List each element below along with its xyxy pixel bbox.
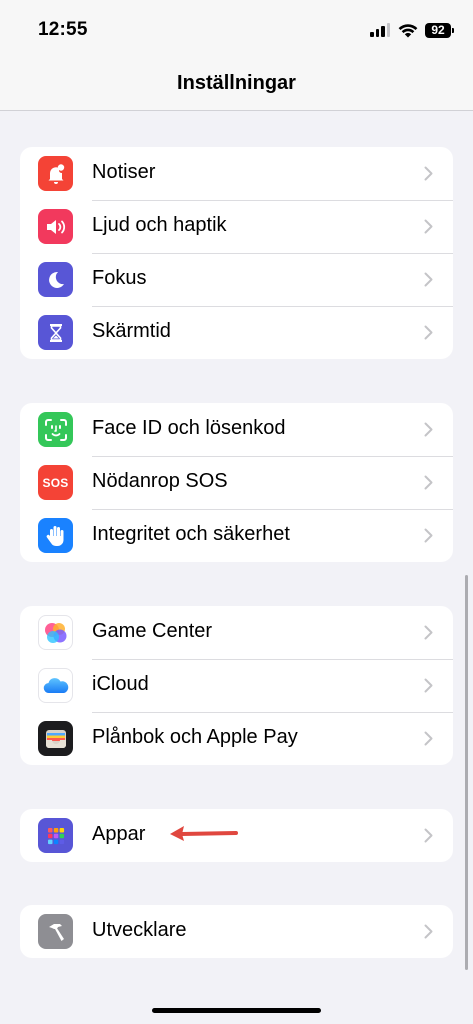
chevron-right-icon — [424, 828, 433, 843]
settings-row-utvecklare[interactable]: Utvecklare — [20, 905, 453, 958]
settings-row-icloud[interactable]: iCloud — [20, 659, 453, 712]
settings-group-2: Face ID och lösenkod SOS Nödanrop SOS In… — [20, 403, 453, 562]
settings-row-label: Game Center — [92, 620, 213, 642]
settings-group-3: Game Center iCloud Plånbok och Apple Pay — [20, 606, 453, 765]
settings-row-label: iCloud — [92, 673, 149, 695]
battery-indicator: 92 — [425, 22, 454, 38]
settings-row-label: Ljud och haptik — [92, 214, 227, 236]
settings-row-face-id[interactable]: Face ID och lösenkod — [20, 403, 453, 456]
chevron-right-icon — [424, 422, 433, 437]
settings-row-label: Nödanrop SOS — [92, 470, 228, 492]
settings-row-label: Face ID och lösenkod — [92, 417, 286, 439]
chevron-right-icon — [424, 625, 433, 640]
chevron-right-icon — [424, 166, 433, 181]
sos-icon-text: SOS — [42, 475, 69, 490]
settings-row-label: Utvecklare — [92, 919, 187, 941]
speaker-icon — [38, 209, 73, 244]
hammer-icon — [38, 914, 73, 949]
settings-row-integritet[interactable]: Integritet och säkerhet — [20, 509, 453, 562]
settings-row-label: Skärmtid — [92, 320, 171, 342]
hand-icon — [38, 518, 73, 553]
settings-group-5: Utvecklare — [20, 905, 453, 958]
chevron-right-icon — [424, 475, 433, 490]
settings-row-ljud-och-haptik[interactable]: Ljud och haptik — [20, 200, 453, 253]
settings-row-fokus[interactable]: Fokus — [20, 253, 453, 306]
sos-icon: SOS — [38, 465, 73, 500]
settings-row-notiser[interactable]: Notiser — [20, 147, 453, 200]
settings-row-label: Appar — [92, 823, 146, 845]
face-id-icon — [38, 412, 73, 447]
chevron-right-icon — [424, 325, 433, 340]
annotation-arrow-icon — [170, 826, 238, 841]
home-indicator[interactable] — [152, 1008, 321, 1013]
navigation-bar: Inställningar — [0, 60, 473, 111]
status-icons: 92 — [370, 20, 454, 40]
settings-row-game-center[interactable]: Game Center — [20, 606, 453, 659]
cellular-signal-icon — [370, 23, 390, 37]
chevron-right-icon — [424, 731, 433, 746]
settings-row-label: Integritet och säkerhet — [92, 523, 290, 545]
chevron-right-icon — [424, 272, 433, 287]
status-bar: 12:55 92 — [0, 0, 473, 60]
vertical-scrollbar[interactable] — [465, 575, 468, 970]
wifi-icon — [398, 23, 418, 37]
chevron-right-icon — [424, 924, 433, 939]
settings-row-label: Fokus — [92, 267, 147, 289]
page-title: Inställningar — [177, 72, 296, 94]
settings-row-planbok[interactable]: Plånbok och Apple Pay — [20, 712, 453, 765]
settings-row-label: Plånbok och Apple Pay — [92, 726, 298, 748]
bell-badge-icon — [38, 156, 73, 191]
cloud-icon — [38, 668, 73, 703]
settings-row-label: Notiser — [92, 161, 156, 183]
apps-grid-icon — [38, 818, 73, 853]
chevron-right-icon — [424, 219, 433, 234]
hourglass-icon — [38, 315, 73, 350]
moon-icon — [38, 262, 73, 297]
chevron-right-icon — [424, 528, 433, 543]
settings-group-1: Notiser Ljud och haptik Fokus Skärmtid — [20, 147, 453, 359]
chevron-right-icon — [424, 678, 433, 693]
settings-row-nodanrop-sos[interactable]: SOS Nödanrop SOS — [20, 456, 453, 509]
settings-row-skarmtid[interactable]: Skärmtid — [20, 306, 453, 359]
status-time: 12:55 — [38, 19, 88, 40]
wallet-icon — [38, 721, 73, 756]
game-center-icon — [38, 615, 73, 650]
